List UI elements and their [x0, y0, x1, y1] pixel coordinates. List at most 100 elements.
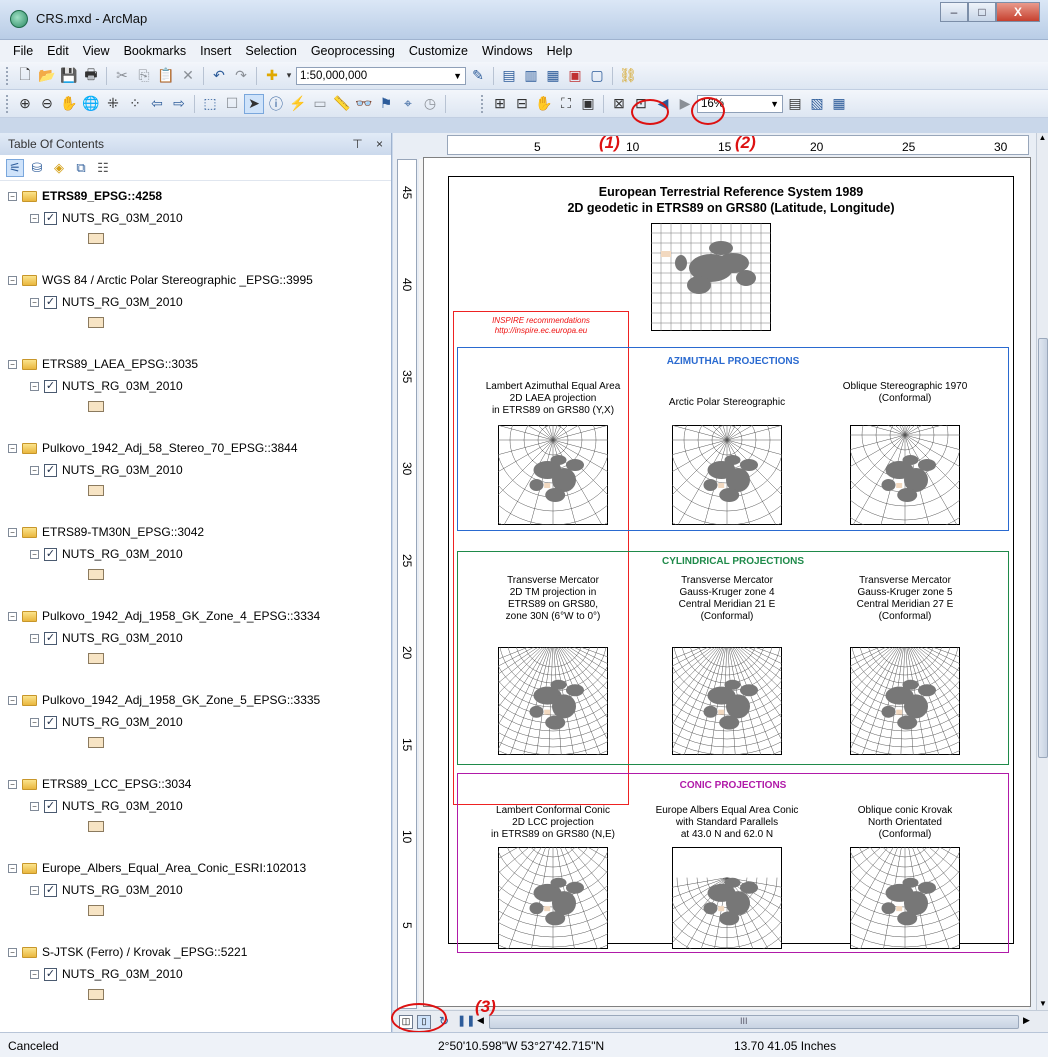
layer-row[interactable]: − ETRS89_LAEA_EPSG::3035 [8, 357, 198, 371]
layer-name[interactable]: ETRS89_LAEA_EPSG::3035 [42, 357, 198, 371]
sublayer-row[interactable]: − ✓ NUTS_RG_03M_2010 [30, 631, 183, 645]
layer-row[interactable]: − S-JTSK (Ferro) / Krovak _EPSG::5221 [8, 945, 247, 959]
layer-row[interactable]: − Europe_Albers_Equal_Area_Conic_ESRI:102… [8, 861, 306, 875]
collapse-icon[interactable]: − [30, 381, 39, 391]
collapse-icon[interactable]: − [30, 297, 39, 307]
collapse-icon[interactable]: − [30, 717, 39, 727]
dropdown-arrow-icon[interactable]: ▾ [284, 66, 294, 86]
layout-zoom-in-icon[interactable]: ⊞ [490, 94, 510, 114]
symbol-swatch[interactable] [88, 401, 104, 412]
layer-name[interactable]: Pulkovo_1942_Adj_58_Stereo_70_EPSG::3844 [42, 441, 298, 455]
toc-close-icon[interactable]: × [376, 137, 383, 151]
symbol-swatch[interactable] [88, 485, 104, 496]
layer-name[interactable]: Pulkovo_1942_Adj_1958_GK_Zone_4_EPSG::33… [42, 609, 320, 623]
symbol-swatch[interactable] [88, 989, 104, 1000]
sublayer-row[interactable]: − ✓ NUTS_RG_03M_2010 [30, 967, 183, 981]
layer-name[interactable]: ETRS89-TM30N_EPSG::3042 [42, 525, 204, 539]
sublayer-row[interactable]: − ✓ NUTS_RG_03M_2010 [30, 211, 183, 225]
measure-icon[interactable]: 📏 [332, 94, 352, 114]
save-icon[interactable]: 💾 [59, 66, 79, 86]
catalog-icon[interactable]: ▥ [521, 66, 541, 86]
collapse-icon[interactable]: − [8, 443, 17, 453]
scroll-right-arrow-icon[interactable]: ▶ [1023, 1015, 1030, 1026]
clear-selection-icon[interactable]: ☐ [222, 94, 242, 114]
menu-geoprocessing[interactable]: Geoprocessing [304, 44, 402, 58]
menu-selection[interactable]: Selection [238, 44, 303, 58]
menu-insert[interactable]: Insert [193, 44, 238, 58]
visibility-checkbox[interactable]: ✓ [44, 463, 57, 477]
toggle-draft-mode-icon[interactable]: ▤ [785, 94, 805, 114]
full-extent-globe-icon[interactable]: 🌐 [81, 94, 101, 114]
html-popup-icon[interactable]: ▭ [310, 94, 330, 114]
print-icon[interactable]: 🖶 [81, 66, 101, 86]
pin-icon[interactable]: ⊤ [352, 137, 362, 151]
layout-view[interactable]: 5 10 15 20 25 30 45 40 35 30 25 20 15 10 5 European T… [391, 97, 1048, 1033]
table-of-contents-icon[interactable]: ▤ [499, 66, 519, 86]
zoom-whole-page-icon[interactable]: ⛶ [556, 94, 576, 114]
collapse-icon[interactable]: − [30, 213, 39, 223]
layer-row[interactable]: − ETRS89_LCC_EPSG::3034 [8, 777, 191, 791]
layer-name[interactable]: ETRS89_LCC_EPSG::3034 [42, 777, 191, 791]
collapse-icon[interactable]: − [30, 885, 39, 895]
sublayer-row[interactable]: − ✓ NUTS_RG_03M_2010 [30, 463, 183, 477]
symbol-swatch[interactable] [88, 233, 104, 244]
menu-customize[interactable]: Customize [402, 44, 475, 58]
redo-icon[interactable]: ↷ [231, 66, 251, 86]
menu-edit[interactable]: Edit [40, 44, 76, 58]
pan-hand-icon[interactable]: ✋ [59, 94, 79, 114]
layer-row[interactable]: − ETRS89_EPSG::4258 [8, 189, 162, 203]
sublayer-row[interactable]: − ✓ NUTS_RG_03M_2010 [30, 379, 183, 393]
new-document-icon[interactable]: 🗋 [15, 66, 35, 86]
go-back-icon[interactable]: ⇦ [147, 94, 167, 114]
collapse-icon[interactable]: − [8, 275, 17, 285]
sublayer-name[interactable]: NUTS_RG_03M_2010 [62, 379, 183, 393]
collapse-icon[interactable]: − [30, 801, 39, 811]
layer-row[interactable]: − Pulkovo_1942_Adj_1958_GK_Zone_5_EPSG::3… [8, 693, 320, 707]
collapse-icon[interactable]: − [8, 695, 17, 705]
scroll-down-arrow-icon[interactable]: ▼ [1037, 999, 1048, 1008]
collapse-icon[interactable]: − [8, 779, 17, 789]
sublayer-name[interactable]: NUTS_RG_03M_2010 [62, 295, 183, 309]
visibility-checkbox[interactable]: ✓ [44, 967, 57, 981]
find-route-icon[interactable]: ⚑ [376, 94, 396, 114]
toc-layer[interactable]: − Europe_Albers_Equal_Area_Conic_ESRI:102… [0, 861, 390, 941]
collapse-icon[interactable]: − [8, 527, 17, 537]
sublayer-name[interactable]: NUTS_RG_03M_2010 [62, 631, 183, 645]
sublayer-name[interactable]: NUTS_RG_03M_2010 [62, 967, 183, 981]
sublayer-name[interactable]: NUTS_RG_03M_2010 [62, 883, 183, 897]
visibility-checkbox[interactable]: ✓ [44, 799, 57, 813]
search-window-icon[interactable]: ▦ [543, 66, 563, 86]
collapse-icon[interactable]: − [30, 633, 39, 643]
visibility-checkbox[interactable]: ✓ [44, 883, 57, 897]
menu-help[interactable]: Help [540, 44, 580, 58]
fixed-zoom-out-icon[interactable]: ⁘ [125, 94, 145, 114]
list-by-source-icon[interactable]: ⛁ [28, 159, 46, 177]
toc-layer[interactable]: − ETRS89_LCC_EPSG::3034− ✓ NUTS_RG_03M_2010 [0, 777, 390, 857]
map-scale-combobox[interactable]: 1:50,000,000 ▼ [296, 66, 466, 85]
toc-layer[interactable]: − Pulkovo_1942_Adj_1958_GK_Zone_4_EPSG::3… [0, 609, 390, 689]
toolbar-grip[interactable] [6, 66, 10, 85]
cut-icon[interactable]: ✂ [112, 66, 132, 86]
toc-layer[interactable]: − Pulkovo_1942_Adj_58_Stereo_70_EPSG::384… [0, 441, 390, 521]
undo-icon[interactable]: ↶ [209, 66, 229, 86]
minimize-button[interactable]: – [940, 2, 968, 22]
visibility-checkbox[interactable]: ✓ [44, 631, 57, 645]
menu-file[interactable]: File [6, 44, 40, 58]
menu-bookmarks[interactable]: Bookmarks [117, 44, 194, 58]
collapse-icon[interactable]: − [8, 947, 17, 957]
layer-name[interactable]: Pulkovo_1942_Adj_1958_GK_Zone_5_EPSG::33… [42, 693, 320, 707]
sublayer-row[interactable]: − ✓ NUTS_RG_03M_2010 [30, 883, 183, 897]
collapse-icon[interactable]: − [8, 359, 17, 369]
layer-row[interactable]: − ETRS89-TM30N_EPSG::3042 [8, 525, 204, 539]
collapse-icon[interactable]: − [30, 549, 39, 559]
copy-icon[interactable]: ⎘ [134, 66, 154, 86]
layer-row[interactable]: − Pulkovo_1942_Adj_58_Stereo_70_EPSG::384… [8, 441, 298, 455]
layer-name[interactable]: WGS 84 / Arctic Polar Stereographic _EPS… [42, 273, 313, 287]
visibility-checkbox[interactable]: ✓ [44, 295, 57, 309]
toc-layer[interactable]: − Pulkovo_1942_Adj_1958_GK_Zone_5_EPSG::3… [0, 693, 390, 773]
sublayer-name[interactable]: NUTS_RG_03M_2010 [62, 715, 183, 729]
menu-windows[interactable]: Windows [475, 44, 540, 58]
time-slider-icon[interactable]: ◷ [420, 94, 440, 114]
fixed-zoom-in-layout-icon[interactable]: ⊠ [609, 94, 629, 114]
collapse-icon[interactable]: − [8, 611, 17, 621]
